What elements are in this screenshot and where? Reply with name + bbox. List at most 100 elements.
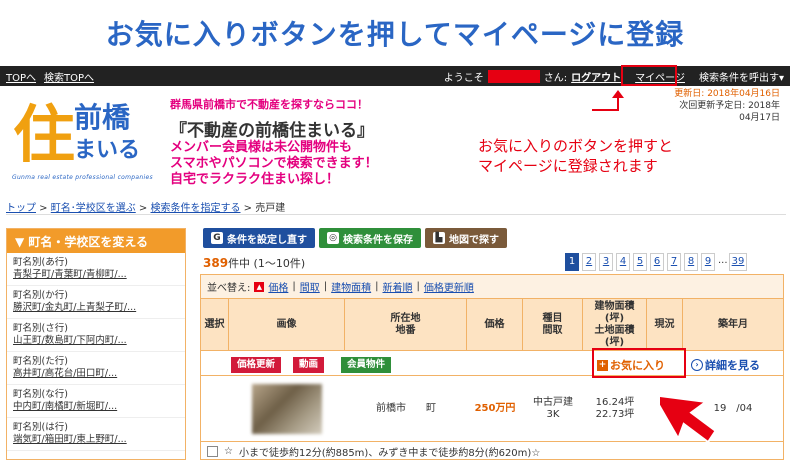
- sidebar-item[interactable]: 町名別(か行) 勝沢町/金丸町/上青梨子町/...: [7, 286, 185, 319]
- map-search-button[interactable]: ▙ 地図で探す: [425, 228, 507, 248]
- sidebar-item-label: 町名別(た行): [13, 356, 68, 367]
- sidebar-item-towns[interactable]: 高井町/高花台/田口町/...: [13, 368, 179, 380]
- page-8[interactable]: 8: [684, 253, 698, 271]
- logo-mairu: まいる: [74, 138, 141, 163]
- sidebar-item[interactable]: 町名別(は行) 端気町/箱田町/東上野町/...: [7, 418, 185, 451]
- sidebar-item[interactable]: 町名別(あ行) 青梨子町/青葉町/青柳町/...: [7, 253, 185, 286]
- page-1[interactable]: 1: [565, 253, 579, 271]
- col-area: 建物面積 (坪) 土地面積 (坪): [583, 299, 647, 350]
- reset-conditions-button[interactable]: G 条件を設定し直す: [203, 228, 315, 248]
- sort-new[interactable]: 新着順: [383, 279, 413, 294]
- sort-price[interactable]: 価格: [268, 279, 288, 294]
- sidebar-item-label: 町名別(は行): [13, 422, 68, 433]
- sidebar-item-towns[interactable]: 勝沢町/金丸町/上青梨子町/...: [13, 302, 179, 314]
- video-badge[interactable]: 動画: [293, 357, 325, 373]
- detail-button[interactable]: › 詳細を見る: [691, 355, 760, 375]
- header-tagline: 群馬県前橋市で不動産を探すならココ！: [170, 98, 368, 111]
- sidebar-item[interactable]: 町名別(た行) 高井町/高花台/田口町/...: [7, 352, 185, 385]
- mypage-highlight-box: [621, 65, 677, 86]
- page-7[interactable]: 7: [667, 253, 681, 271]
- sidebar-item-label: 町名別(あ行): [13, 257, 68, 268]
- sort-label: 並べ替え:: [207, 283, 251, 294]
- col-status: 現況: [647, 299, 683, 350]
- page-6[interactable]: 6: [650, 253, 664, 271]
- col-select: 選択: [201, 299, 229, 350]
- sidebar-item-towns[interactable]: 青梨子町/青葉町/青柳町/...: [13, 269, 179, 281]
- page-3[interactable]: 3: [599, 253, 613, 271]
- logo-maebashi: 前橋: [74, 101, 131, 134]
- table-header: 選択 画像 所在地 地番 価格 種目 間取 建物面積 (坪) 土地面積 (坪) …: [201, 299, 783, 351]
- col-built: 築年月: [718, 318, 748, 330]
- button-label: 検索条件を保存: [343, 234, 413, 246]
- sidebar-item-towns[interactable]: 中内町/南橘町/新堀町/...: [13, 401, 179, 413]
- select-checkbox[interactable]: [207, 446, 218, 457]
- page-5[interactable]: 5: [633, 253, 647, 271]
- instruction-banner: お気に入りボタンを押してマイページに登録: [0, 0, 790, 66]
- header-divider: [6, 214, 786, 215]
- update-date: 更新日: 2018年04月16日: [674, 89, 780, 99]
- pointer-arrow-icon: [660, 393, 717, 444]
- page-4[interactable]: 4: [616, 253, 630, 271]
- breadcrumb-top[interactable]: トップ: [6, 203, 36, 214]
- callout-line: マイページに登録されます: [478, 157, 658, 175]
- sort-bar: 並べ替え: ▲ 価格 | 間取 | 建物面積 | 新着順 | 価格更新順: [201, 275, 783, 299]
- header-description: メンバー会員様は未公開物件も スマホやパソコンで検索できます！ 自宅でラクラク住…: [170, 140, 378, 188]
- count-suffix: 件中 (1〜10件): [228, 257, 306, 270]
- area-cell: 16.24坪 22.73坪: [595, 397, 635, 420]
- site-logo[interactable]: 住 前橋 まいる Gunma real estate professional …: [12, 98, 162, 188]
- sidebar-item-towns[interactable]: 端気町/箱田町/東上野町/...: [13, 434, 179, 446]
- property-photo[interactable]: [252, 384, 322, 434]
- sidebar: ▼ 町名・学校区を変える 町名別(あ行) 青梨子町/青葉町/青柳町/... 町名別…: [6, 228, 186, 460]
- action-buttons: G 条件を設定し直す ◎ 検索条件を保存 ▙ 地図で探す: [203, 228, 507, 248]
- logo-ju: 住: [12, 98, 75, 171]
- breadcrumb-current: 売戸建: [255, 203, 286, 214]
- circle-icon: ◎: [327, 232, 339, 244]
- price-update-badge: 価格更新: [231, 357, 282, 373]
- logout-link[interactable]: ログアウト: [571, 69, 621, 84]
- sort-price-update[interactable]: 価格更新順: [424, 279, 474, 294]
- next-update-date: 次回更新予定日: 2018年04月17日: [679, 101, 780, 123]
- sort-layout[interactable]: 間取: [300, 279, 320, 294]
- top-link[interactable]: TOPへ: [6, 69, 36, 84]
- breadcrumb-sep: >: [135, 203, 151, 214]
- sidebar-item-towns[interactable]: 山王町/数島町/下阿内町/...: [13, 335, 179, 347]
- result-count: 389件中 (1〜10件): [203, 255, 305, 271]
- callout-note: お気に入りのボタンを押すと マイページに登録されます: [478, 136, 673, 176]
- sidebar-item[interactable]: 町名別(な行) 中内町/南橘町/新堀町/...: [7, 385, 185, 418]
- page-ellipsis: ...: [718, 255, 728, 266]
- search-top-link[interactable]: 検索TOPへ: [44, 69, 94, 84]
- sidebar-item-label: 町名別(さ行): [13, 323, 68, 334]
- gear-icon: G: [211, 232, 223, 244]
- type-cell: 中古戸建 3K: [533, 397, 573, 420]
- sort-area[interactable]: 建物面積: [331, 279, 371, 294]
- desc-line: スマホやパソコンで検索できます！: [170, 156, 378, 171]
- sidebar-title[interactable]: ▼ 町名・学校区を変える: [7, 229, 185, 253]
- location-cell: 前橋市 町: [376, 403, 436, 414]
- page-9[interactable]: 9: [701, 253, 715, 271]
- member-badge: 会員物件: [341, 357, 392, 373]
- breadcrumb-town[interactable]: 町名･学校区を選ぶ: [51, 203, 136, 214]
- detail-arrow-icon: ›: [691, 359, 703, 371]
- price-cell: 250万円: [474, 403, 516, 414]
- favorite-highlight-box: [592, 348, 686, 378]
- count-number: 389: [203, 256, 229, 270]
- update-dates: 更新日: 2018年04月16日 次回更新予定日: 2018年04月17日: [670, 88, 780, 124]
- col-type: 種目 間取: [523, 299, 583, 350]
- page-2[interactable]: 2: [582, 253, 596, 271]
- image-cell: [229, 376, 345, 442]
- property-note: 小まで徒歩約12分(約885m)、みずき中まで徒歩約8分(約620m)☆: [238, 448, 541, 459]
- save-conditions-button[interactable]: ◎ 検索条件を保存: [319, 228, 421, 248]
- san-text: さん:: [543, 72, 568, 84]
- breadcrumb-sep: >: [240, 203, 256, 214]
- recall-search-dropdown[interactable]: 検索条件を呼出す▾: [699, 69, 784, 84]
- welcome-text: ようこそ: [443, 72, 484, 84]
- callout-line: お気に入りのボタンを押すと: [478, 137, 674, 155]
- page-39[interactable]: 39: [729, 253, 747, 271]
- pagination: 1 2 3 4 5 6 7 8 9 ... 39: [565, 253, 747, 271]
- banner-title: お気に入りボタンを押してマイページに登録: [105, 18, 685, 51]
- col-price: 価格: [467, 299, 523, 350]
- redacted-username: [487, 69, 540, 83]
- sidebar-item[interactable]: 町名別(さ行) 山王町/数島町/下阿内町/...: [7, 319, 185, 352]
- breadcrumb-conditions[interactable]: 検索条件を指定する: [151, 203, 241, 214]
- sort-arrow-icon: ▲: [254, 281, 265, 292]
